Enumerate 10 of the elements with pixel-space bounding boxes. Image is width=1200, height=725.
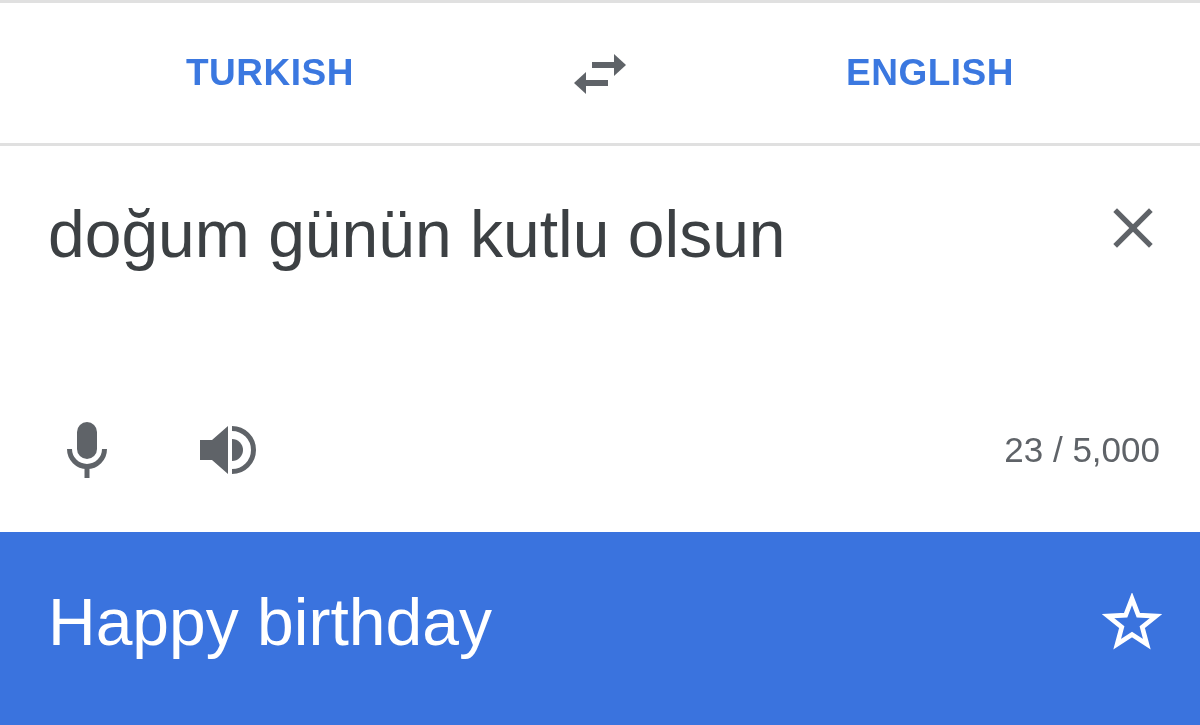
swap-arrows-icon[interactable] [574,54,626,94]
close-icon[interactable] [1112,207,1154,249]
speaker-icon[interactable] [200,424,257,476]
source-language-button[interactable]: TURKISH [180,48,360,98]
target-language-button[interactable]: ENGLISH [840,48,1020,98]
translation-text: Happy birthday [48,583,492,660]
microphone-icon[interactable] [66,422,108,478]
star-icon[interactable] [1102,592,1162,651]
character-count: 23 / 5,000 [1004,430,1160,470]
source-text-field[interactable]: doğum günün kutlu olsun [48,186,786,282]
